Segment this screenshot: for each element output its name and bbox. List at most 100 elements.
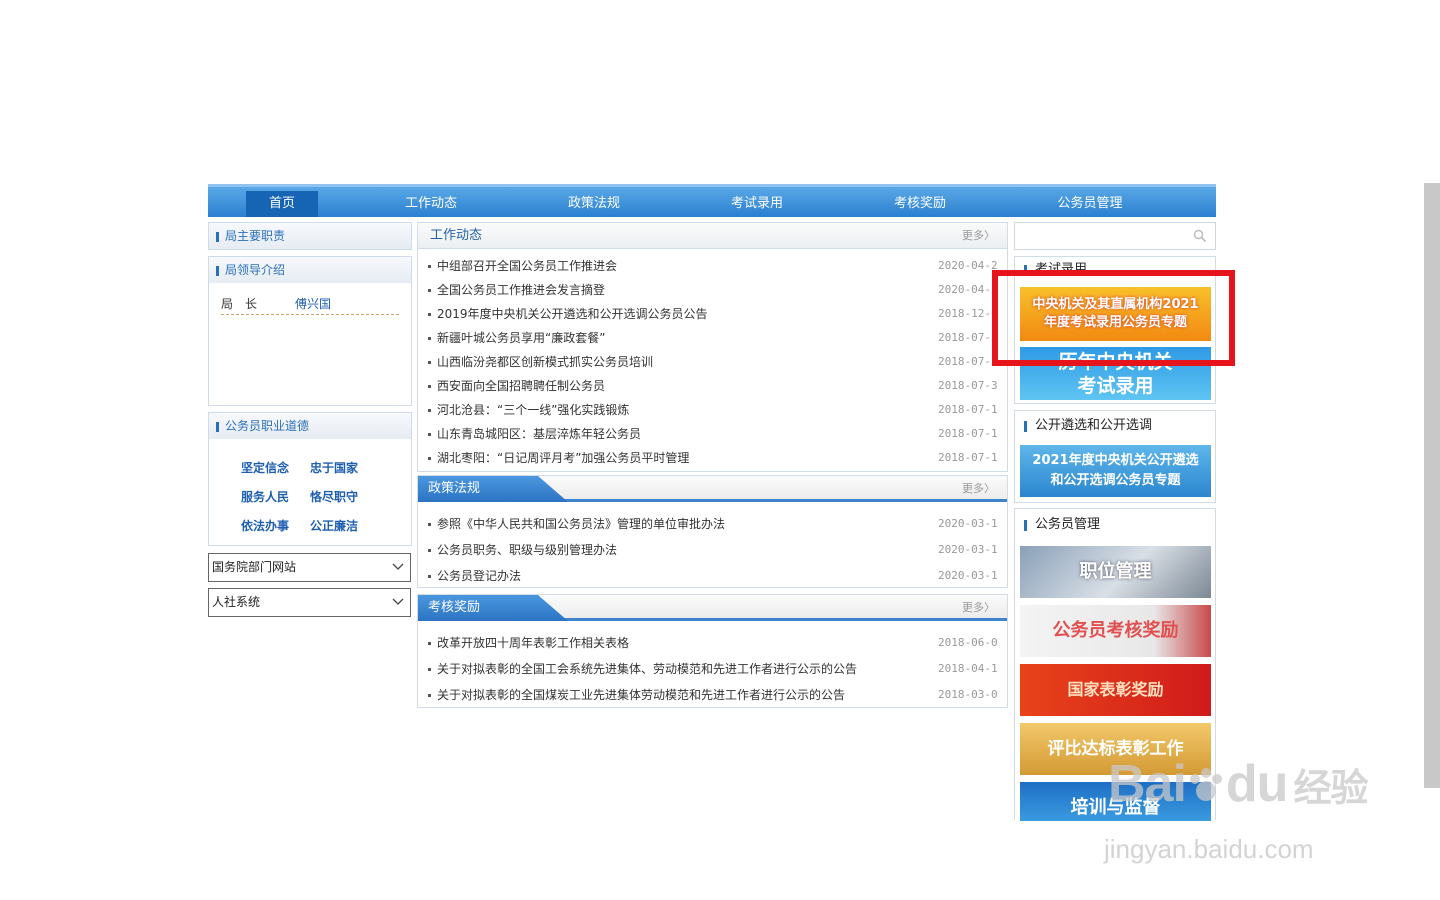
- ethic-item[interactable]: 坚定信念: [241, 459, 289, 476]
- news-item[interactable]: 公务员登记办法 2020-03-13: [428, 564, 998, 588]
- award-more-link[interactable]: 更多〉: [962, 595, 995, 621]
- news-item[interactable]: 西安面向全国招聘聘任制公务员 2018-07-31: [428, 374, 998, 398]
- ethic-item[interactable]: 公正廉洁: [310, 517, 358, 534]
- ethic-item[interactable]: 依法办事: [241, 517, 289, 534]
- news-item[interactable]: 参照《中华人民共和国公务员法》管理的单位审批办法 2020-03-13: [428, 512, 998, 536]
- search-box[interactable]: [1014, 222, 1216, 250]
- news-date: 2018-07-3: [938, 331, 998, 344]
- news-item[interactable]: 关于对拟表彰的全国工会系统先进集体、劳动模范和先进工作者进行公示的公告 2018-…: [428, 657, 998, 681]
- bullet-icon: [428, 337, 431, 340]
- mgmt-banner-position[interactable]: 职位管理: [1020, 546, 1211, 598]
- dept-site-select[interactable]: 国务院部门网站: [208, 553, 411, 582]
- policy-more-link[interactable]: 更多〉: [962, 476, 995, 502]
- news-title[interactable]: 湖北枣阳：“日记周评月考”加强公务员平时管理: [437, 451, 689, 465]
- news-date: 2020-03-13: [938, 569, 998, 582]
- news-date: 2020-03-13: [938, 517, 998, 530]
- news-item[interactable]: 山东青岛城阳区：基层淬炼年轻公务员 2018-07-11: [428, 422, 998, 446]
- ethic-item[interactable]: 服务人民: [241, 488, 289, 505]
- work-news-more-link[interactable]: 更多〉: [962, 223, 995, 249]
- main-nav: 首页 工作动态 政策法规 考试录用 考核奖励 公务员管理: [208, 184, 1216, 217]
- news-date: 2018-06-06: [938, 636, 998, 649]
- news-date: 2018-07-11: [938, 451, 998, 464]
- leaders-box: 局领导介绍 局 长 傅兴国: [208, 256, 412, 406]
- policy-title[interactable]: 政策法规: [418, 476, 568, 502]
- hr-system-select[interactable]: 人社系统: [208, 588, 411, 617]
- news-item[interactable]: 全国公务员工作推进会发言摘登 2020-04-2: [428, 278, 998, 302]
- ethic-item[interactable]: 恪尽职守: [310, 488, 358, 505]
- bullet-icon: [428, 289, 431, 292]
- news-title[interactable]: 新疆叶城公务员享用“廉政套餐”: [437, 331, 605, 345]
- bullet-icon: [428, 457, 431, 460]
- chevron-down-icon: [392, 598, 404, 605]
- news-item[interactable]: 公务员职务、职级与级别管理办法 2020-03-13: [428, 538, 998, 562]
- award-title[interactable]: 考核奖励: [418, 595, 568, 621]
- news-item[interactable]: 改革开放四十周年表彰工作相关表格 2018-06-06: [428, 631, 998, 655]
- nav-work-news[interactable]: 工作动态: [388, 191, 474, 217]
- news-title[interactable]: 2019年度中央机关公开遴选和公开选调公务员公告: [437, 307, 708, 321]
- leader-row: 局 长 傅兴国: [221, 293, 399, 315]
- news-title[interactable]: 河北沧县：“三个一线”强化实践锻炼: [437, 403, 629, 417]
- search-icon[interactable]: [1193, 229, 1207, 243]
- bullet-icon: [428, 642, 431, 645]
- news-title[interactable]: 山西临汾尧都区创新模式抓实公务员培训: [437, 355, 653, 369]
- select-title[interactable]: 公开遴选和公开选调: [1015, 413, 1215, 439]
- news-date: 2018-07-3: [938, 355, 998, 368]
- bullet-icon: [428, 523, 431, 526]
- ethics-box: 公务员职业道德 坚定信念 忠于国家 服务人民 恪尽职守 依法办事 公正廉洁: [208, 412, 412, 546]
- news-date: 2020-04-28: [938, 259, 998, 272]
- dept-site-select-value: 国务院部门网站: [212, 560, 297, 574]
- news-item[interactable]: 新疆叶城公务员享用“廉政套餐” 2018-07-3: [428, 326, 998, 350]
- mgmt-banner-national-award[interactable]: 国家表彰奖励: [1020, 664, 1211, 716]
- news-item[interactable]: 关于对拟表彰的全国煤炭工业先进集体劳动模范和先进工作者进行公示的公告 2018-0…: [428, 683, 998, 707]
- news-date: 2018-04-17: [938, 662, 998, 675]
- news-item[interactable]: 河北沧县：“三个一线”强化实践锻炼 2018-07-11: [428, 398, 998, 422]
- leaders-title[interactable]: 局领导介绍: [209, 257, 411, 283]
- news-title[interactable]: 参照《中华人民共和国公务员法》管理的单位审批办法: [437, 517, 725, 531]
- news-title[interactable]: 公务员登记办法: [437, 569, 521, 583]
- news-title[interactable]: 改革开放四十周年表彰工作相关表格: [437, 636, 629, 650]
- mgmt-banner-assessment[interactable]: 公务员考核奖励: [1020, 605, 1211, 657]
- ethic-item[interactable]: 忠于国家: [310, 459, 358, 476]
- news-date: 2020-03-13: [938, 543, 998, 556]
- nav-award[interactable]: 考核奖励: [877, 191, 963, 217]
- duties-title[interactable]: 局主要职责: [209, 223, 411, 249]
- leader-role: 局 长: [221, 297, 258, 311]
- news-title[interactable]: 中组部召开全国公务员工作推进会: [437, 259, 617, 273]
- news-title[interactable]: 关于对拟表彰的全国工会系统先进集体、劳动模范和先进工作者进行公示的公告: [437, 662, 857, 676]
- page-scrollbar[interactable]: [1424, 183, 1440, 788]
- nav-home[interactable]: 首页: [246, 191, 318, 217]
- work-news-box: 工作动态 更多〉 中组部召开全国公务员工作推进会 2020-04-28 全国公务员工…: [417, 222, 1008, 472]
- news-item[interactable]: 湖北枣阳：“日记周评月考”加强公务员平时管理 2018-07-11: [428, 446, 998, 470]
- ethics-title[interactable]: 公务员职业道德: [209, 413, 411, 439]
- paw-icon: [1189, 768, 1222, 801]
- leader-name[interactable]: 傅兴国: [295, 295, 331, 312]
- award-box: 考核奖励 更多〉 改革开放四十周年表彰工作相关表格 2018-06-06 关于对拟表…: [417, 594, 1008, 708]
- work-news-header: 工作动态 更多〉: [418, 223, 1007, 249]
- duties-box: 局主要职责: [208, 222, 412, 250]
- nav-exam[interactable]: 考试录用: [714, 191, 800, 217]
- policy-box: 政策法规 更多〉 参照《中华人民共和国公务员法》管理的单位审批办法 2020-03…: [417, 475, 1008, 588]
- award-header: 考核奖励 更多〉: [418, 595, 1007, 621]
- bullet-icon: [428, 668, 431, 671]
- news-title[interactable]: 关于对拟表彰的全国煤炭工业先进集体劳动模范和先进工作者进行公示的公告: [437, 688, 845, 702]
- bullet-icon: [428, 361, 431, 364]
- mgmt-title[interactable]: 公务员管理: [1015, 512, 1215, 538]
- bullet-icon: [428, 549, 431, 552]
- news-item[interactable]: 中组部召开全国公务员工作推进会 2020-04-28: [428, 254, 998, 278]
- nav-civil-servant-mgmt[interactable]: 公务员管理: [1043, 191, 1137, 217]
- news-title[interactable]: 公务员职务、职级与级别管理办法: [437, 543, 617, 557]
- news-title[interactable]: 西安面向全国招聘聘任制公务员: [437, 379, 605, 393]
- news-title[interactable]: 全国公务员工作推进会发言摘登: [437, 283, 605, 297]
- nav-policy[interactable]: 政策法规: [551, 191, 637, 217]
- work-news-title[interactable]: 工作动态: [430, 228, 482, 243]
- policy-header: 政策法规 更多〉: [418, 476, 1007, 502]
- news-item[interactable]: 2019年度中央机关公开遴选和公开选调公务员公告 2018-12-0: [428, 302, 998, 326]
- news-title[interactable]: 山东青岛城阳区：基层淬炼年轻公务员: [437, 427, 641, 441]
- news-date: 2018-12-0: [938, 307, 998, 320]
- baidu-jingyan-watermark: Bai du 经验 jingyan.baidu.com: [1104, 755, 1368, 864]
- news-item[interactable]: 山西临汾尧都区创新模式抓实公务员培训 2018-07-3: [428, 350, 998, 374]
- select-2021-banner[interactable]: 2021年度中央机关公开遴选和公开选调公务员专题: [1020, 445, 1211, 497]
- news-date: 2018-07-31: [938, 379, 998, 392]
- news-date: 2018-03-01: [938, 688, 998, 701]
- bullet-icon: [428, 433, 431, 436]
